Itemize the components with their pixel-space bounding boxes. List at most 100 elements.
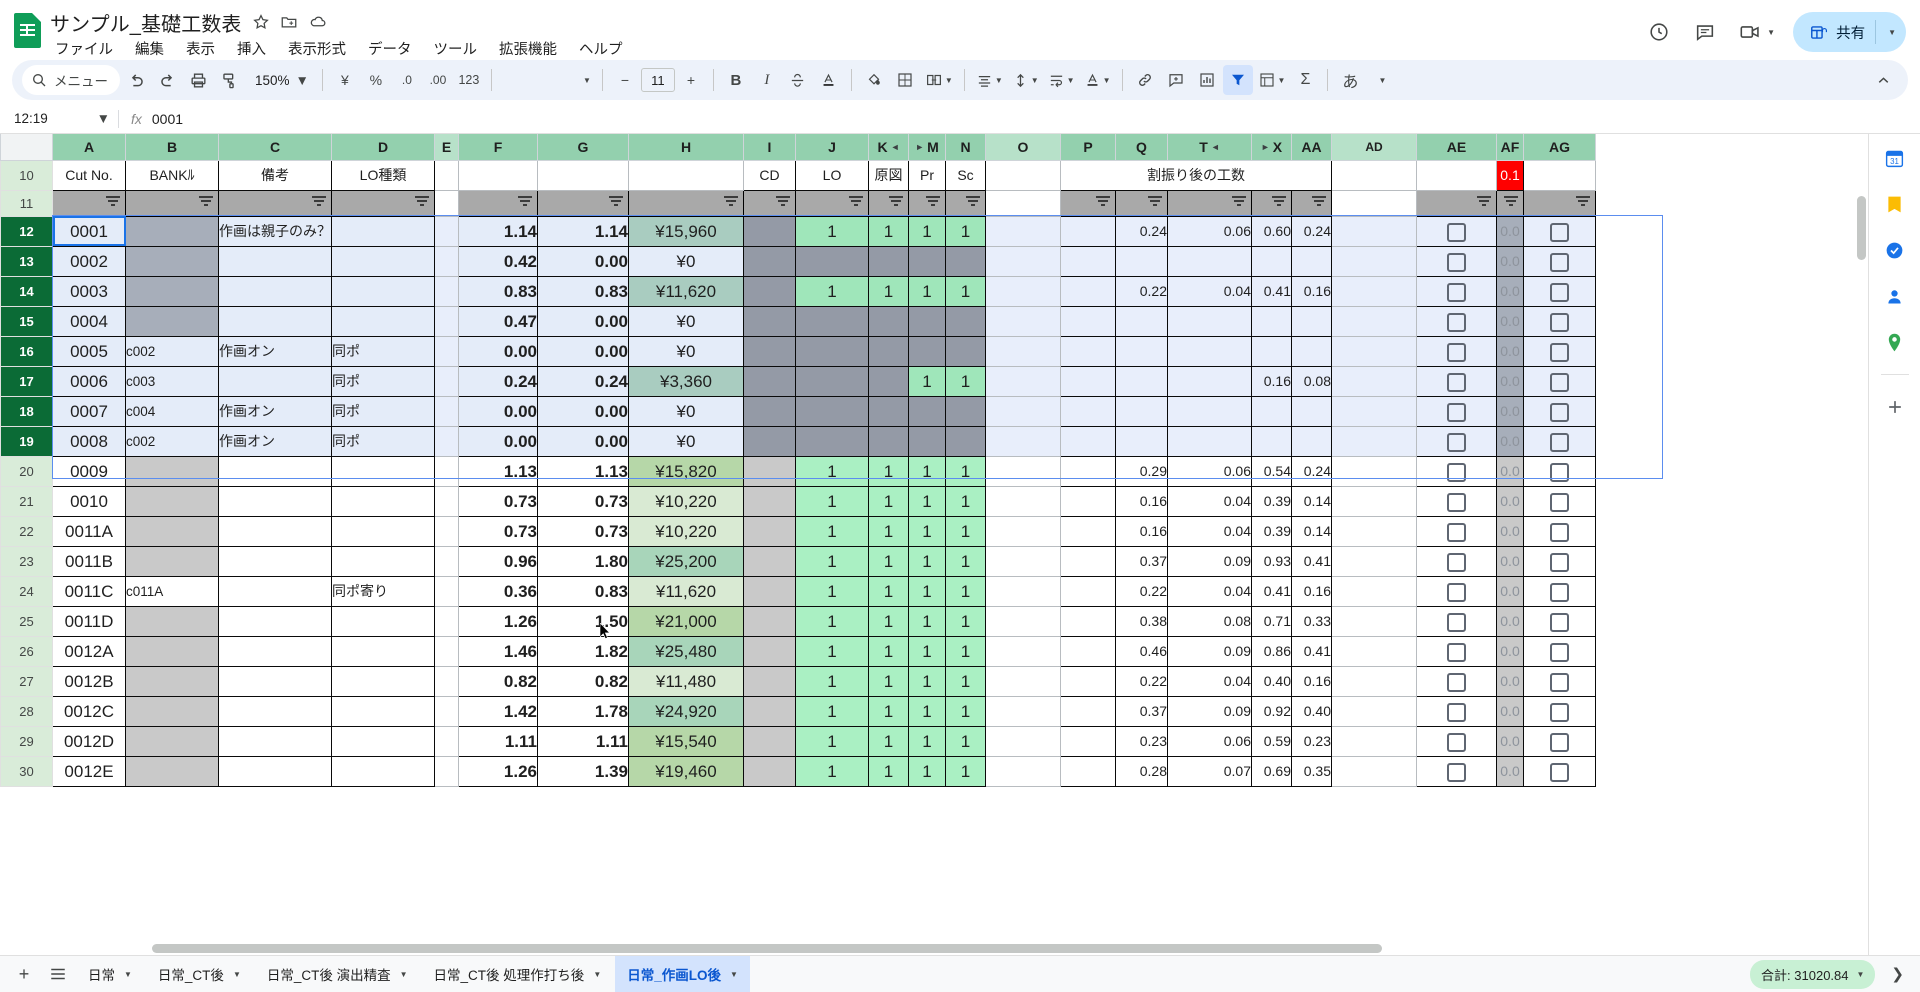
text-wrapping-button[interactable]: ▼ [1044, 65, 1079, 95]
cell-T-23[interactable]: 0.09 [1167, 545, 1252, 577]
cell-AA-23[interactable]: 0.41 [1291, 545, 1332, 577]
header-cell-F[interactable] [458, 159, 538, 191]
checkbox-AG-14[interactable] [1523, 275, 1596, 307]
cell-lotype-14[interactable] [331, 275, 435, 307]
cell-K-14[interactable]: 1 [868, 275, 909, 307]
contacts-icon[interactable] [1879, 280, 1911, 312]
cell-J-23[interactable]: 1 [795, 545, 869, 577]
cell-price-13[interactable]: ¥0 [628, 245, 744, 277]
column-header-AF[interactable]: AF [1496, 134, 1524, 161]
filter-button-I[interactable] [743, 189, 796, 217]
checkbox-icon[interactable] [1550, 432, 1569, 452]
cell-bank-21[interactable] [125, 485, 219, 517]
cell-AF-20[interactable]: 0.0 [1496, 455, 1524, 487]
cell-X-25[interactable]: 0.71 [1251, 605, 1292, 637]
column-header-G[interactable]: G [537, 134, 629, 161]
row-header-14[interactable]: 14 [0, 275, 53, 307]
cell-X-30[interactable]: 0.69 [1251, 755, 1292, 787]
hidden-columns-right-arrow[interactable]: ► [915, 142, 924, 152]
cell-P-27[interactable] [1060, 665, 1116, 697]
sheet-tab-2[interactable]: 日常_CT後 演出精査 ▼ [255, 956, 420, 992]
chevron-down-icon[interactable]: ▼ [97, 111, 110, 126]
column-header-F[interactable]: F [458, 134, 538, 161]
checkbox-AE-15[interactable] [1416, 305, 1497, 337]
cell-bank-26[interactable] [125, 635, 219, 667]
checkbox-AG-15[interactable] [1523, 305, 1596, 337]
filter-button-AG[interactable] [1523, 189, 1596, 217]
cell-T-12[interactable]: 0.06 [1167, 215, 1252, 247]
row-header-18[interactable]: 18 [0, 395, 53, 427]
cell-M-16[interactable] [908, 335, 946, 367]
menu-extensions[interactable]: 拡張機能 [496, 36, 560, 61]
cell-P-18[interactable] [1060, 395, 1116, 427]
cell-price-18[interactable]: ¥0 [628, 395, 744, 427]
cell-J-28[interactable]: 1 [795, 695, 869, 727]
cell-G-25[interactable]: 1.50 [537, 605, 629, 637]
cell-AF-17[interactable]: 0.0 [1496, 365, 1524, 397]
checkbox-AG-21[interactable] [1523, 485, 1596, 517]
checkbox-AG-12[interactable] [1523, 215, 1596, 247]
percent-format-button[interactable]: % [361, 65, 391, 95]
cell-X-26[interactable]: 0.86 [1251, 635, 1292, 667]
cell-J-27[interactable]: 1 [795, 665, 869, 697]
cell-AF-12[interactable]: 0.0 [1496, 215, 1524, 247]
cell-N-28[interactable]: 1 [945, 695, 986, 727]
column-header-AG[interactable]: AG [1523, 134, 1596, 161]
cell-F-30[interactable]: 1.26 [458, 755, 538, 787]
cell-AA-15[interactable] [1291, 305, 1332, 337]
header-cell-allocated-hours[interactable]: 割振り後の工数 [1060, 159, 1332, 191]
checkbox-icon[interactable] [1550, 702, 1569, 722]
name-box[interactable]: 12:19 ▼ [0, 104, 118, 134]
cell-J-13[interactable] [795, 245, 869, 277]
cell-AA-20[interactable]: 0.24 [1291, 455, 1332, 487]
cell-K-22[interactable]: 1 [868, 515, 909, 547]
cell-price-14[interactable]: ¥11,620 [628, 275, 744, 307]
italic-button[interactable]: I [752, 65, 782, 95]
cell-remarks-19[interactable]: 作画オン [218, 425, 332, 457]
cell-Q-24[interactable]: 0.22 [1115, 575, 1168, 607]
cell-P-19[interactable] [1060, 425, 1116, 457]
checkbox-AE-29[interactable] [1416, 725, 1497, 757]
header-cell-sc[interactable]: Sc [945, 159, 986, 191]
cell-lotype-21[interactable] [331, 485, 435, 517]
cell-AF-19[interactable]: 0.0 [1496, 425, 1524, 457]
cell-J-12[interactable]: 1 [795, 215, 869, 247]
checkbox-AE-27[interactable] [1416, 665, 1497, 697]
increase-decimal-button[interactable]: .00 [423, 65, 453, 95]
filter-button-D[interactable] [331, 189, 435, 217]
cell-cutno-26[interactable]: 0012A [52, 635, 126, 667]
checkbox-icon[interactable] [1550, 762, 1569, 782]
cell-AF-27[interactable]: 0.0 [1496, 665, 1524, 697]
checkbox-AG-28[interactable] [1523, 695, 1596, 727]
cell-N-30[interactable]: 1 [945, 755, 986, 787]
cell-I-13[interactable] [743, 245, 796, 277]
cell-N-26[interactable]: 1 [945, 635, 986, 667]
cell-K-13[interactable] [868, 245, 909, 277]
cell-K-26[interactable]: 1 [868, 635, 909, 667]
cell-N-16[interactable] [945, 335, 986, 367]
sum-status-pill[interactable]: 合計: 31020.84 ▼ [1750, 959, 1876, 989]
checkbox-AG-16[interactable] [1523, 335, 1596, 367]
cell-F-16[interactable]: 0.00 [458, 335, 538, 367]
cell-remarks-13[interactable] [218, 245, 332, 277]
cell-N-22[interactable]: 1 [945, 515, 986, 547]
menu-format[interactable]: 表示形式 [285, 36, 349, 61]
cell-M-24[interactable]: 1 [908, 575, 946, 607]
column-header-N[interactable]: N [945, 134, 986, 161]
cell-AA-19[interactable] [1291, 425, 1332, 457]
checkbox-AG-17[interactable] [1523, 365, 1596, 397]
checkbox-icon[interactable] [1447, 522, 1466, 542]
cell-AF-22[interactable]: 0.0 [1496, 515, 1524, 547]
cell-K-20[interactable]: 1 [868, 455, 909, 487]
cell-lotype-26[interactable] [331, 635, 435, 667]
cell-G-27[interactable]: 0.82 [537, 665, 629, 697]
cell-N-27[interactable]: 1 [945, 665, 986, 697]
ime-caret[interactable]: ▼ [1366, 65, 1396, 95]
cell-J-26[interactable]: 1 [795, 635, 869, 667]
cell-T-22[interactable]: 0.04 [1167, 515, 1252, 547]
cell-cutno-30[interactable]: 0012E [52, 755, 126, 787]
comment-icon[interactable] [1685, 12, 1725, 52]
paint-format-button[interactable] [214, 65, 244, 95]
row-header-21[interactable]: 21 [0, 485, 53, 517]
cell-J-21[interactable]: 1 [795, 485, 869, 517]
